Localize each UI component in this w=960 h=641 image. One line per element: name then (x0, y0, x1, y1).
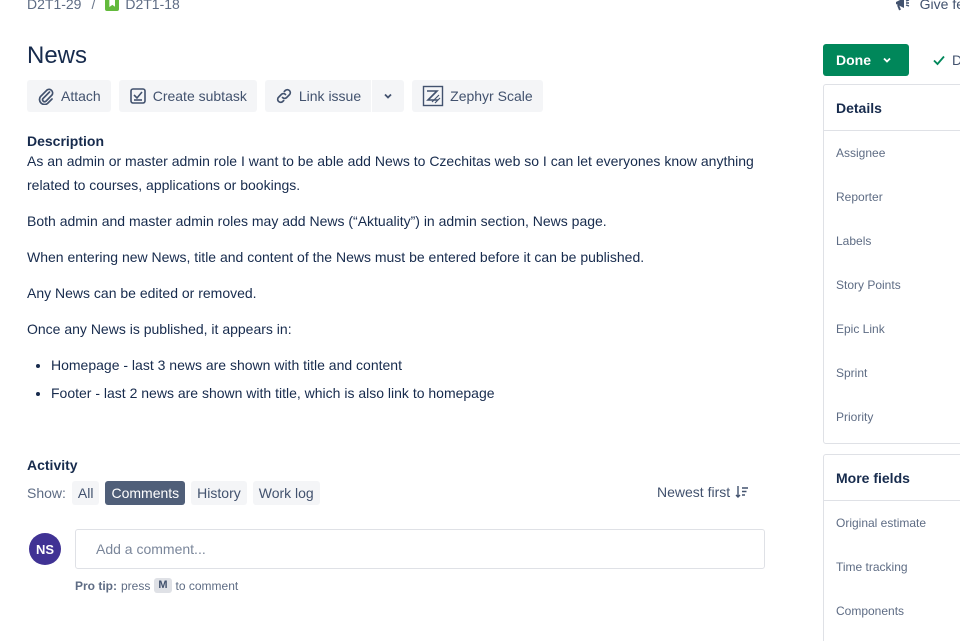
pro-tip: Pro tip: press M to comment (75, 578, 238, 593)
filter-comments-button[interactable]: Comments (105, 481, 186, 505)
field-story-points: Story Points (836, 278, 901, 292)
issue-page: D2T1-29 / D2T1-18 Give fe News Attach Cr… (0, 0, 960, 641)
pro-tip-prefix: Pro tip: (75, 578, 117, 593)
field-time-tracking: Time tracking (836, 560, 908, 574)
filter-all-button[interactable]: All (71, 481, 100, 505)
description-paragraph: When entering new News, title and conten… (27, 249, 645, 265)
description-section[interactable]: Description As an admin or master admin … (27, 133, 767, 409)
sort-order-label: Newest first (657, 484, 731, 500)
resolution-label: D (952, 52, 960, 68)
breadcrumb: D2T1-29 / D2T1-18 (27, 0, 180, 12)
description-paragraph: Once any News is published, it appears i… (27, 321, 292, 337)
more-fields-panel: More fields Original estimate Time track… (823, 454, 960, 641)
attach-button[interactable]: Attach (27, 80, 111, 112)
status-done-button[interactable]: Done (823, 44, 909, 76)
story-icon (105, 0, 120, 11)
filter-history-button[interactable]: History (191, 481, 247, 505)
avatar[interactable]: NS (29, 533, 61, 565)
link-issue-button[interactable]: Link issue (264, 80, 372, 112)
pro-tip-suffix: to comment (175, 578, 239, 593)
status-label: Done (836, 52, 871, 68)
check-icon (933, 55, 945, 66)
field-priority: Priority (836, 410, 874, 424)
description-paragraph: As an admin or master admin role I want … (27, 153, 754, 193)
description-paragraph: Any News can be edited or removed. (27, 285, 257, 301)
activity-filter-row: Show: All Comments History Work log (27, 481, 320, 505)
field-reporter: Reporter (836, 190, 883, 204)
details-panel: Details Assignee Reporter Labels Story P… (823, 84, 960, 444)
description-bullet: Homepage - last 3 news are shown with ti… (51, 353, 767, 377)
show-label: Show: (27, 485, 66, 501)
description-label: Description (27, 133, 105, 149)
details-panel-header[interactable]: Details (824, 85, 960, 131)
field-labels: Labels (836, 234, 872, 248)
link-issue-split-button: Link issue (264, 80, 405, 112)
filter-work-log-button[interactable]: Work log (252, 481, 320, 505)
sort-order-button[interactable]: Newest first (657, 484, 749, 500)
link-issue-dropdown-button[interactable] (372, 80, 405, 112)
breadcrumb-separator: / (91, 0, 96, 12)
zephyr-scale-icon (422, 85, 444, 107)
activity-heading: Activity (27, 457, 78, 473)
field-components: Components (836, 604, 905, 618)
field-epic-link: Epic Link (836, 322, 885, 336)
field-assignee: Assignee (836, 146, 886, 160)
subtask-icon (129, 88, 146, 104)
zephyr-scale-button[interactable]: Zephyr Scale (412, 80, 543, 112)
add-comment-input[interactable]: Add a comment... (75, 529, 765, 569)
more-fields-panel-header[interactable]: More fields (824, 455, 960, 501)
breadcrumb-current-link[interactable]: D2T1-18 (125, 0, 179, 12)
create-subtask-label: Create subtask (152, 88, 247, 104)
zephyr-scale-label: Zephyr Scale (450, 88, 533, 104)
give-feedback-label: Give fe (919, 0, 960, 12)
description-bullet: Footer - last 2 news are shown with titl… (51, 381, 767, 405)
paperclip-icon (38, 88, 54, 105)
issue-toolbar: Attach Create subtask Link issue Zephyr … (27, 80, 543, 112)
chevron-down-icon (883, 57, 891, 63)
field-sprint: Sprint (836, 366, 868, 380)
keyboard-shortcut-key: M (154, 578, 172, 593)
description-paragraph: Both admin and master admin roles may ad… (27, 213, 607, 229)
chevron-down-icon (384, 93, 392, 99)
field-original-estimate: Original estimate (836, 516, 927, 530)
link-icon (276, 88, 291, 104)
give-feedback-button[interactable]: Give fe (894, 0, 960, 12)
sort-descending-icon (735, 486, 749, 498)
breadcrumb-parent-link[interactable]: D2T1-29 (27, 0, 81, 12)
create-subtask-button[interactable]: Create subtask (118, 80, 257, 112)
description-bullet-list: Homepage - last 3 news are shown with ti… (51, 353, 767, 405)
megaphone-icon (895, 0, 909, 11)
link-issue-label: Link issue (298, 88, 362, 104)
resolution-indicator: D (932, 52, 960, 68)
pro-tip-press: press (121, 578, 151, 593)
attach-label: Attach (61, 88, 101, 104)
issue-title[interactable]: News (27, 42, 87, 70)
